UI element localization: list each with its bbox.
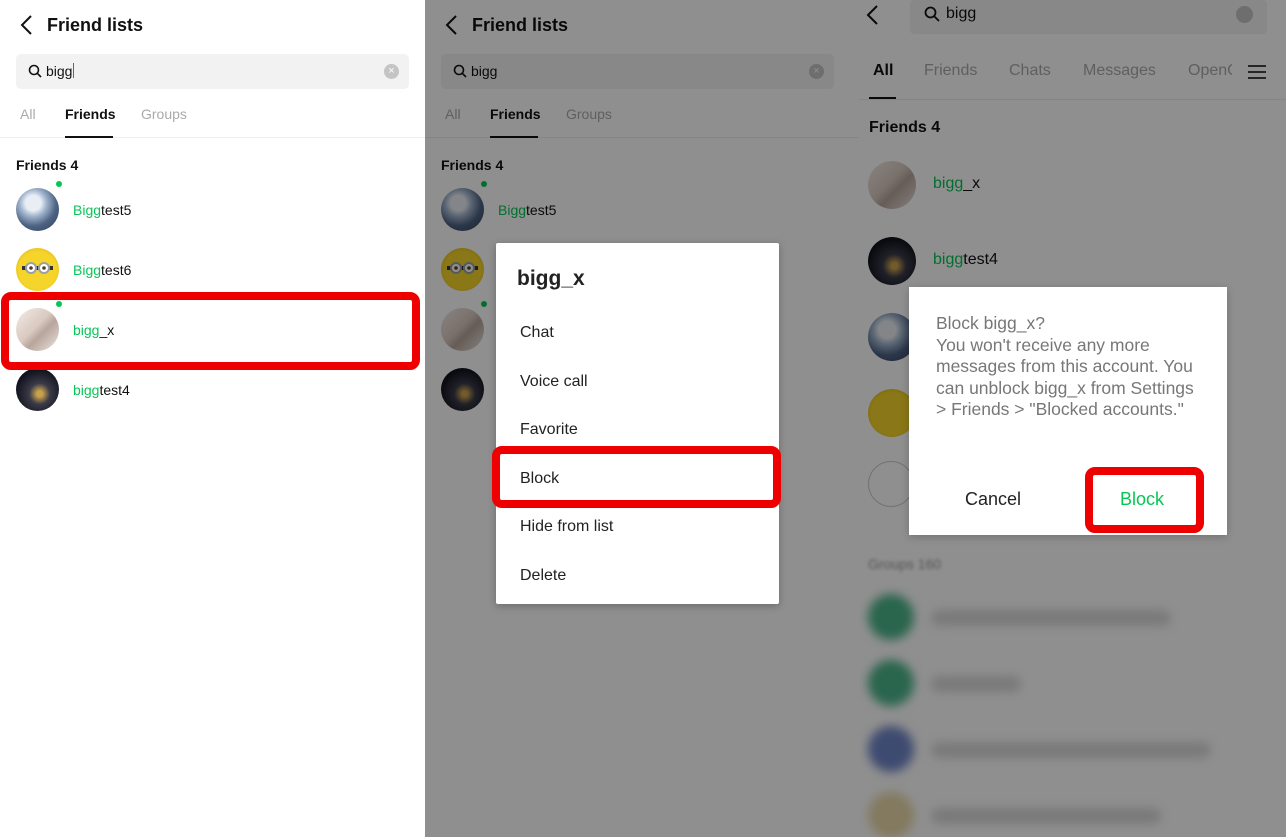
avatar [16,248,59,291]
page-title: Friend lists [47,15,144,35]
menu-item-voice-call[interactable]: Voice call [520,373,588,391]
highlight-box [1,292,420,370]
back-arrow-icon[interactable] [18,14,38,36]
menu-item-chat[interactable]: Chat [520,324,554,342]
friend-context-menu: bigg_x Chat Voice call Favorite Block Hi… [496,243,779,604]
friend-name: Biggtest6 [73,262,132,278]
friend-row[interactable]: Biggtest5 [0,180,425,240]
dialog-message: Block bigg_x? You won't receive any more… [936,313,1206,421]
menu-title: bigg_x [517,267,585,290]
active-tab-indicator [65,136,113,138]
friend-name: Biggtest5 [73,202,132,218]
tab-bar: All Friends Groups [0,96,425,138]
tab-all[interactable]: All [20,106,36,122]
friend-list-screen: Friend lists bigg × All Friends Groups F… [0,0,425,837]
friend-name: biggtest4 [73,382,130,398]
menu-item-favorite[interactable]: Favorite [520,421,578,439]
online-indicator-icon [56,181,62,187]
cancel-button[interactable]: Cancel [965,489,1021,510]
highlight-box [1085,467,1204,533]
tab-groups[interactable]: Groups [141,106,187,122]
avatar [16,368,59,411]
dialog-message-text: Block bigg_x? You won't receive any more… [936,313,1194,419]
header: Friend lists [0,0,425,50]
search-icon [28,64,42,78]
minion-goggles-icon [22,262,53,274]
menu-item-hide[interactable]: Hide from list [520,518,613,536]
tab-friends[interactable]: Friends [65,106,116,122]
highlight-box [492,446,781,508]
menu-item-delete[interactable]: Delete [520,567,566,585]
friends-section-title: Friends 4 [16,157,79,173]
friend-row[interactable]: Biggtest6 [0,240,425,300]
search-bar[interactable]: bigg × [16,54,409,89]
search-input[interactable]: bigg [46,63,75,79]
clear-search-icon[interactable]: × [384,64,399,79]
avatar [16,188,59,231]
